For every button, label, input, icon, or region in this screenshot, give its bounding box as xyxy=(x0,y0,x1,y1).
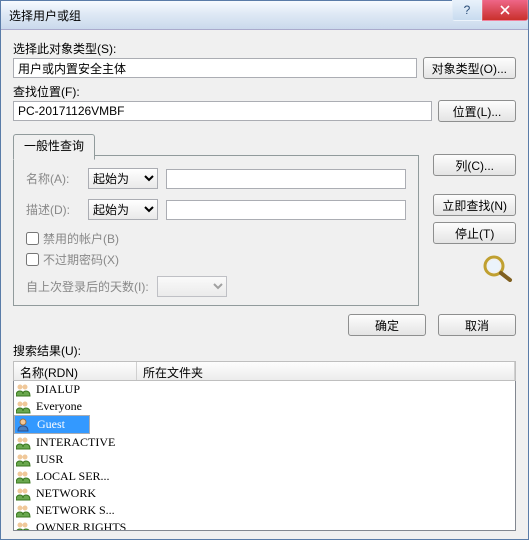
object-type-button[interactable]: 对象类型(O)... xyxy=(423,57,516,79)
ok-button[interactable]: 确定 xyxy=(348,314,426,336)
desc-input[interactable] xyxy=(166,200,406,220)
location-input[interactable] xyxy=(13,101,432,121)
desc-mode-select[interactable]: 起始为 xyxy=(88,199,158,220)
side-buttons: 列(C)... 立即查找(N) 停止(T) xyxy=(427,126,516,282)
location-label: 查找位置(F): xyxy=(13,83,516,100)
group-icon xyxy=(16,383,32,397)
name-mode-select[interactable]: 起始为 xyxy=(88,168,158,189)
name-label: 名称(A): xyxy=(26,170,80,187)
group-icon xyxy=(16,436,32,450)
list-item[interactable]: NETWORK S... xyxy=(14,502,515,519)
group-icon xyxy=(16,453,32,467)
cell-name: IUSR xyxy=(36,452,144,467)
results-label: 搜索结果(U): xyxy=(13,342,516,359)
no-expire-label: 不过期密码(X) xyxy=(43,251,119,268)
disabled-accounts-checkbox[interactable] xyxy=(26,232,39,245)
disabled-accounts-label: 禁用的帐户(B) xyxy=(43,230,119,247)
cell-name: NETWORK xyxy=(36,486,144,501)
tabstrip: 一般性查询 xyxy=(13,134,419,156)
cell-name: Guest xyxy=(37,417,83,432)
close-button[interactable] xyxy=(482,0,528,21)
close-icon xyxy=(500,5,510,15)
user-icon xyxy=(17,418,33,432)
search-icon xyxy=(480,254,516,282)
results-header[interactable]: 名称(RDN) 所在文件夹 xyxy=(13,361,516,381)
columns-button[interactable]: 列(C)... xyxy=(433,154,516,176)
lastlogin-label: 自上次登录后的天数(I): xyxy=(26,278,149,295)
list-item[interactable]: DIALUP xyxy=(14,381,515,398)
group-icon xyxy=(16,470,32,484)
list-item[interactable]: GuestPC-20171126... xyxy=(14,415,90,434)
titlebar[interactable]: 选择用户或组 ? xyxy=(1,1,528,30)
find-now-button[interactable]: 立即查找(N) xyxy=(433,194,516,216)
stop-button[interactable]: 停止(T) xyxy=(433,222,516,244)
help-button[interactable]: ? xyxy=(452,0,482,21)
tab-general-query[interactable]: 一般性查询 xyxy=(13,134,95,160)
cancel-button[interactable]: 取消 xyxy=(438,314,516,336)
group-icon xyxy=(16,521,32,532)
list-item[interactable]: Everyone xyxy=(14,398,515,415)
list-item[interactable]: IUSR xyxy=(14,451,515,468)
object-type-input[interactable] xyxy=(13,58,417,78)
dialog-window: 选择用户或组 ? 选择此对象类型(S): 对象类型(O)... 查找位置(F):… xyxy=(0,0,529,540)
list-item[interactable]: LOCAL SER... xyxy=(14,468,515,485)
cell-name: INTERACTIVE xyxy=(36,435,144,450)
list-item[interactable]: OWNER RIGHTS xyxy=(14,519,515,531)
list-item[interactable]: INTERACTIVE xyxy=(14,434,515,451)
group-icon xyxy=(16,504,32,518)
name-input[interactable] xyxy=(166,169,406,189)
cell-name: LOCAL SER... xyxy=(36,469,144,484)
tab-panel: 名称(A): 起始为 描述(D): 起始为 禁用的帐户(B) 不过期密码(X) … xyxy=(13,155,419,306)
header-folder[interactable]: 所在文件夹 xyxy=(137,362,515,380)
location-button[interactable]: 位置(L)... xyxy=(438,100,516,122)
header-name[interactable]: 名称(RDN) xyxy=(14,362,137,380)
group-icon xyxy=(16,487,32,501)
cell-name: NETWORK S... xyxy=(36,503,144,518)
dialog-body: 选择此对象类型(S): 对象类型(O)... 查找位置(F): 位置(L)...… xyxy=(1,30,528,539)
object-type-label: 选择此对象类型(S): xyxy=(13,40,516,57)
group-icon xyxy=(16,400,32,414)
results-list[interactable]: DIALUP EveryoneGuestPC-20171126...INTERAC… xyxy=(13,381,516,531)
cell-name: OWNER RIGHTS xyxy=(36,520,144,531)
cell-name: DIALUP xyxy=(36,382,144,397)
no-expire-checkbox[interactable] xyxy=(26,253,39,266)
desc-label: 描述(D): xyxy=(26,201,80,218)
window-buttons: ? xyxy=(452,1,528,29)
window-title: 选择用户或组 xyxy=(9,7,452,24)
list-item[interactable]: NETWORK xyxy=(14,485,515,502)
lastlogin-select[interactable] xyxy=(157,276,227,297)
cell-name: Everyone xyxy=(36,399,144,414)
